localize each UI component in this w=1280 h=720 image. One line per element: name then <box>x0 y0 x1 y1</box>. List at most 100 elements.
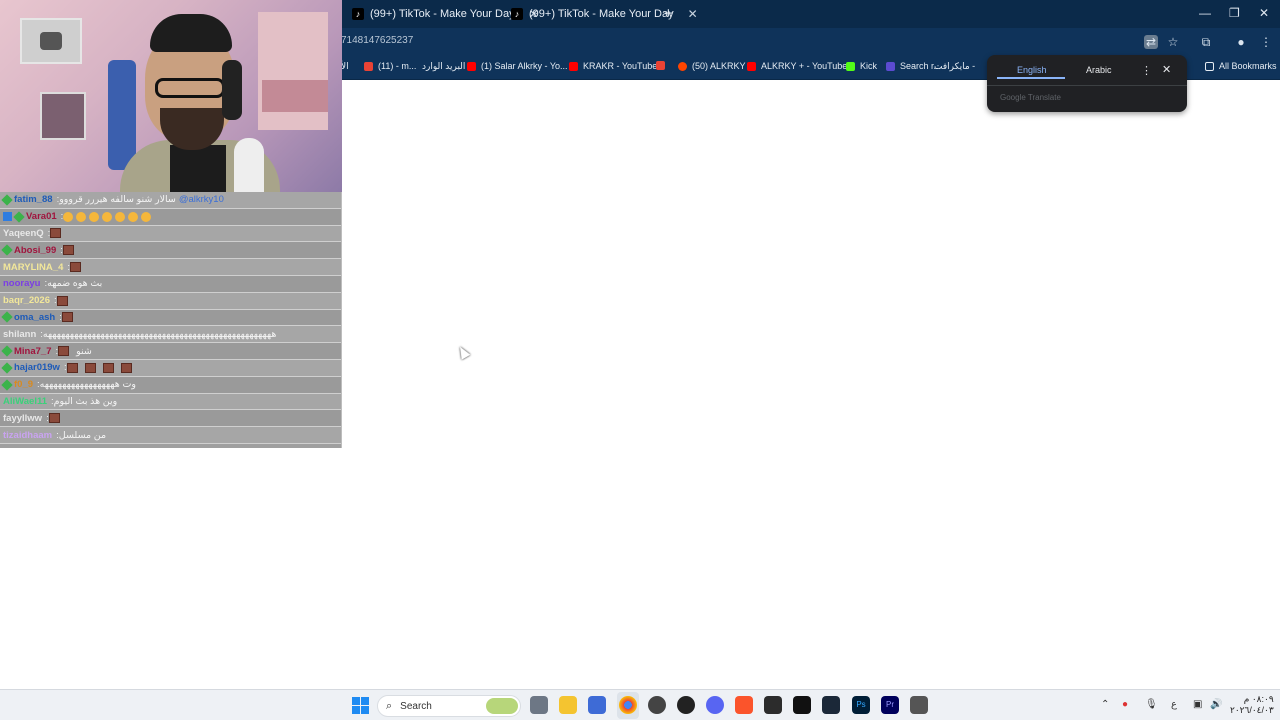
emote-icon <box>120 362 132 373</box>
volume-icon[interactable]: 🔊 <box>1210 699 1222 710</box>
profile-icon[interactable]: ● <box>1234 35 1248 49</box>
chat-message: AliWael11: وين هذ بث اليوم <box>0 393 341 411</box>
obs-icon[interactable] <box>648 696 666 714</box>
bookmark-item[interactable]: Kick <box>846 61 877 71</box>
address-bar[interactable]: 7148147625237 <box>341 35 413 46</box>
chat-username[interactable]: YaqeenQ <box>3 228 44 239</box>
clock[interactable]: ٠٨:٠٩ م ٢٠٢٦/٠٤/٠٣ <box>1230 694 1274 716</box>
chat-message: baqr_2026: <box>0 292 341 310</box>
chat-username[interactable]: fayyllww <box>3 413 42 424</box>
chat-username[interactable]: shilann <box>3 329 36 340</box>
youtube-icon <box>747 61 756 71</box>
chat-username[interactable]: f0_9 <box>14 379 33 390</box>
translate-icon[interactable]: ⇄ <box>1144 35 1158 49</box>
start-button[interactable] <box>352 697 369 714</box>
brave-icon[interactable] <box>735 696 753 714</box>
menu-icon[interactable]: ⋮ <box>1259 35 1273 49</box>
clock-date: ٢٠٢٦/٠٤/٠٣ <box>1230 705 1274 715</box>
chat-username[interactable]: Abosi_99 <box>14 245 56 256</box>
streamer-bandana <box>150 14 232 52</box>
streamer-shirt <box>170 145 226 192</box>
chat-username[interactable]: oma_ash <box>14 312 55 323</box>
close-icon[interactable]: ✕ <box>1162 63 1171 76</box>
extensions-icon[interactable]: ⧉ <box>1199 35 1213 49</box>
file-explorer-icon[interactable] <box>559 696 577 714</box>
emote-icon <box>50 228 62 239</box>
wall-frame <box>40 92 86 140</box>
bookmark-item[interactable] <box>656 61 670 70</box>
translate-source-language[interactable]: English <box>1017 65 1047 75</box>
chat-username[interactable]: Mina7_7 <box>14 346 52 357</box>
clock-time: ٠٨:٠٩ م <box>1243 694 1274 704</box>
chat-message: Mina7_7: شنو <box>0 343 341 360</box>
tab-close-icon[interactable]: ✕ <box>688 7 698 21</box>
chat-message: oma_ash: <box>0 309 341 327</box>
more-options-icon[interactable]: ⋮ <box>1141 64 1152 77</box>
store-icon[interactable] <box>588 696 606 714</box>
tab-tiktok-2[interactable]: ♪ (99+) TikTok - Make Your Day ✕ <box>503 3 706 25</box>
capcut-icon[interactable] <box>793 696 811 714</box>
bookmark-item[interactable]: (11) - m... <box>364 61 416 71</box>
bookmark-item[interactable]: (50) ALKRKY <box>678 61 746 71</box>
emote-icon <box>62 245 74 256</box>
chat-message: Vara01: <box>0 208 341 226</box>
capture-app-icon[interactable] <box>764 696 782 714</box>
chat-message: tizaidhaam: من مسلسل <box>0 427 341 444</box>
gear-app-icon[interactable] <box>677 696 695 714</box>
restore-button[interactable]: ❐ <box>1229 6 1240 20</box>
steam-icon[interactable] <box>822 696 840 714</box>
search-icon: ⌕ <box>386 699 393 712</box>
premiere-icon[interactable]: Pr <box>881 696 899 714</box>
bookmark-item[interactable]: مايكرافت - <box>934 61 975 72</box>
sub-badge-icon <box>1 194 13 206</box>
bookmark-item[interactable]: KRAKR - YouTube <box>569 61 657 71</box>
chat-text: وين هذ بث اليوم <box>53 395 118 407</box>
bookmark-label: ALKRKY + - YouTube <box>761 61 848 71</box>
sub-badge-icon <box>1 345 13 357</box>
chat-username[interactable]: baqr_2026 <box>3 295 50 306</box>
tray-app-icon[interactable]: ● <box>1122 699 1128 710</box>
kick-icon <box>846 61 855 71</box>
chat-username[interactable]: noorayu <box>3 278 40 289</box>
bookmark-item[interactable]: Search r... <box>886 61 941 71</box>
emoji-icon <box>141 211 152 222</box>
close-window-button[interactable]: ✕ <box>1259 6 1269 20</box>
chat-username[interactable]: AliWael11 <box>3 396 47 407</box>
tiktok-icon: ♪ <box>511 8 523 20</box>
taskbar-search[interactable]: ⌕ Search <box>377 695 521 717</box>
bookmark-item[interactable]: ALKRKY + - YouTube <box>747 61 847 71</box>
chat-username[interactable]: MARYLINA_4 <box>3 262 63 273</box>
folder-icon <box>1205 61 1214 71</box>
sub-badge-icon <box>1 362 13 374</box>
bookmark-item[interactable]: الأ <box>341 61 349 72</box>
sub-badge-icon <box>1 244 13 256</box>
new-tab-button[interactable]: + <box>664 5 673 22</box>
translate-target-language[interactable]: Arabic <box>1086 65 1112 75</box>
minimize-button[interactable]: — <box>1199 6 1211 20</box>
chevron-up-icon[interactable]: ⌃ <box>1101 699 1109 710</box>
bookmark-item[interactable]: البريد الوارد <box>422 61 465 72</box>
emote-icon <box>66 362 78 373</box>
network-icon[interactable]: ▣ <box>1193 699 1202 710</box>
emoji-icon <box>76 211 87 222</box>
chat-username[interactable]: fatim_88 <box>14 194 53 205</box>
app-icon[interactable] <box>910 696 928 714</box>
all-bookmarks[interactable]: All Bookmarks <box>1205 61 1277 71</box>
microphone-icon[interactable]: 🎙 <box>1145 699 1158 710</box>
language-indicator[interactable]: ع <box>1171 699 1177 710</box>
chat-username[interactable]: tizaidhaam <box>3 430 52 441</box>
task-view-icon[interactable] <box>530 696 548 714</box>
chat-mention[interactable]: @alkrky10 <box>179 194 224 205</box>
chrome-icon[interactable] <box>619 696 637 714</box>
photoshop-icon[interactable]: Ps <box>852 696 870 714</box>
chat-username[interactable]: hajar019w <box>14 362 60 373</box>
tiktok-icon: ♪ <box>352 8 364 20</box>
chat-username[interactable]: Vara01 <box>26 211 57 222</box>
emoji-icon <box>128 211 139 222</box>
search-site-icon <box>886 61 895 71</box>
emote-icon <box>56 295 68 306</box>
divider <box>987 85 1187 86</box>
bookmark-star-icon[interactable]: ☆ <box>1166 35 1180 49</box>
bookmark-item[interactable]: (1) Salar Alkrky - Yo... <box>467 61 568 71</box>
discord-icon[interactable] <box>706 696 724 714</box>
